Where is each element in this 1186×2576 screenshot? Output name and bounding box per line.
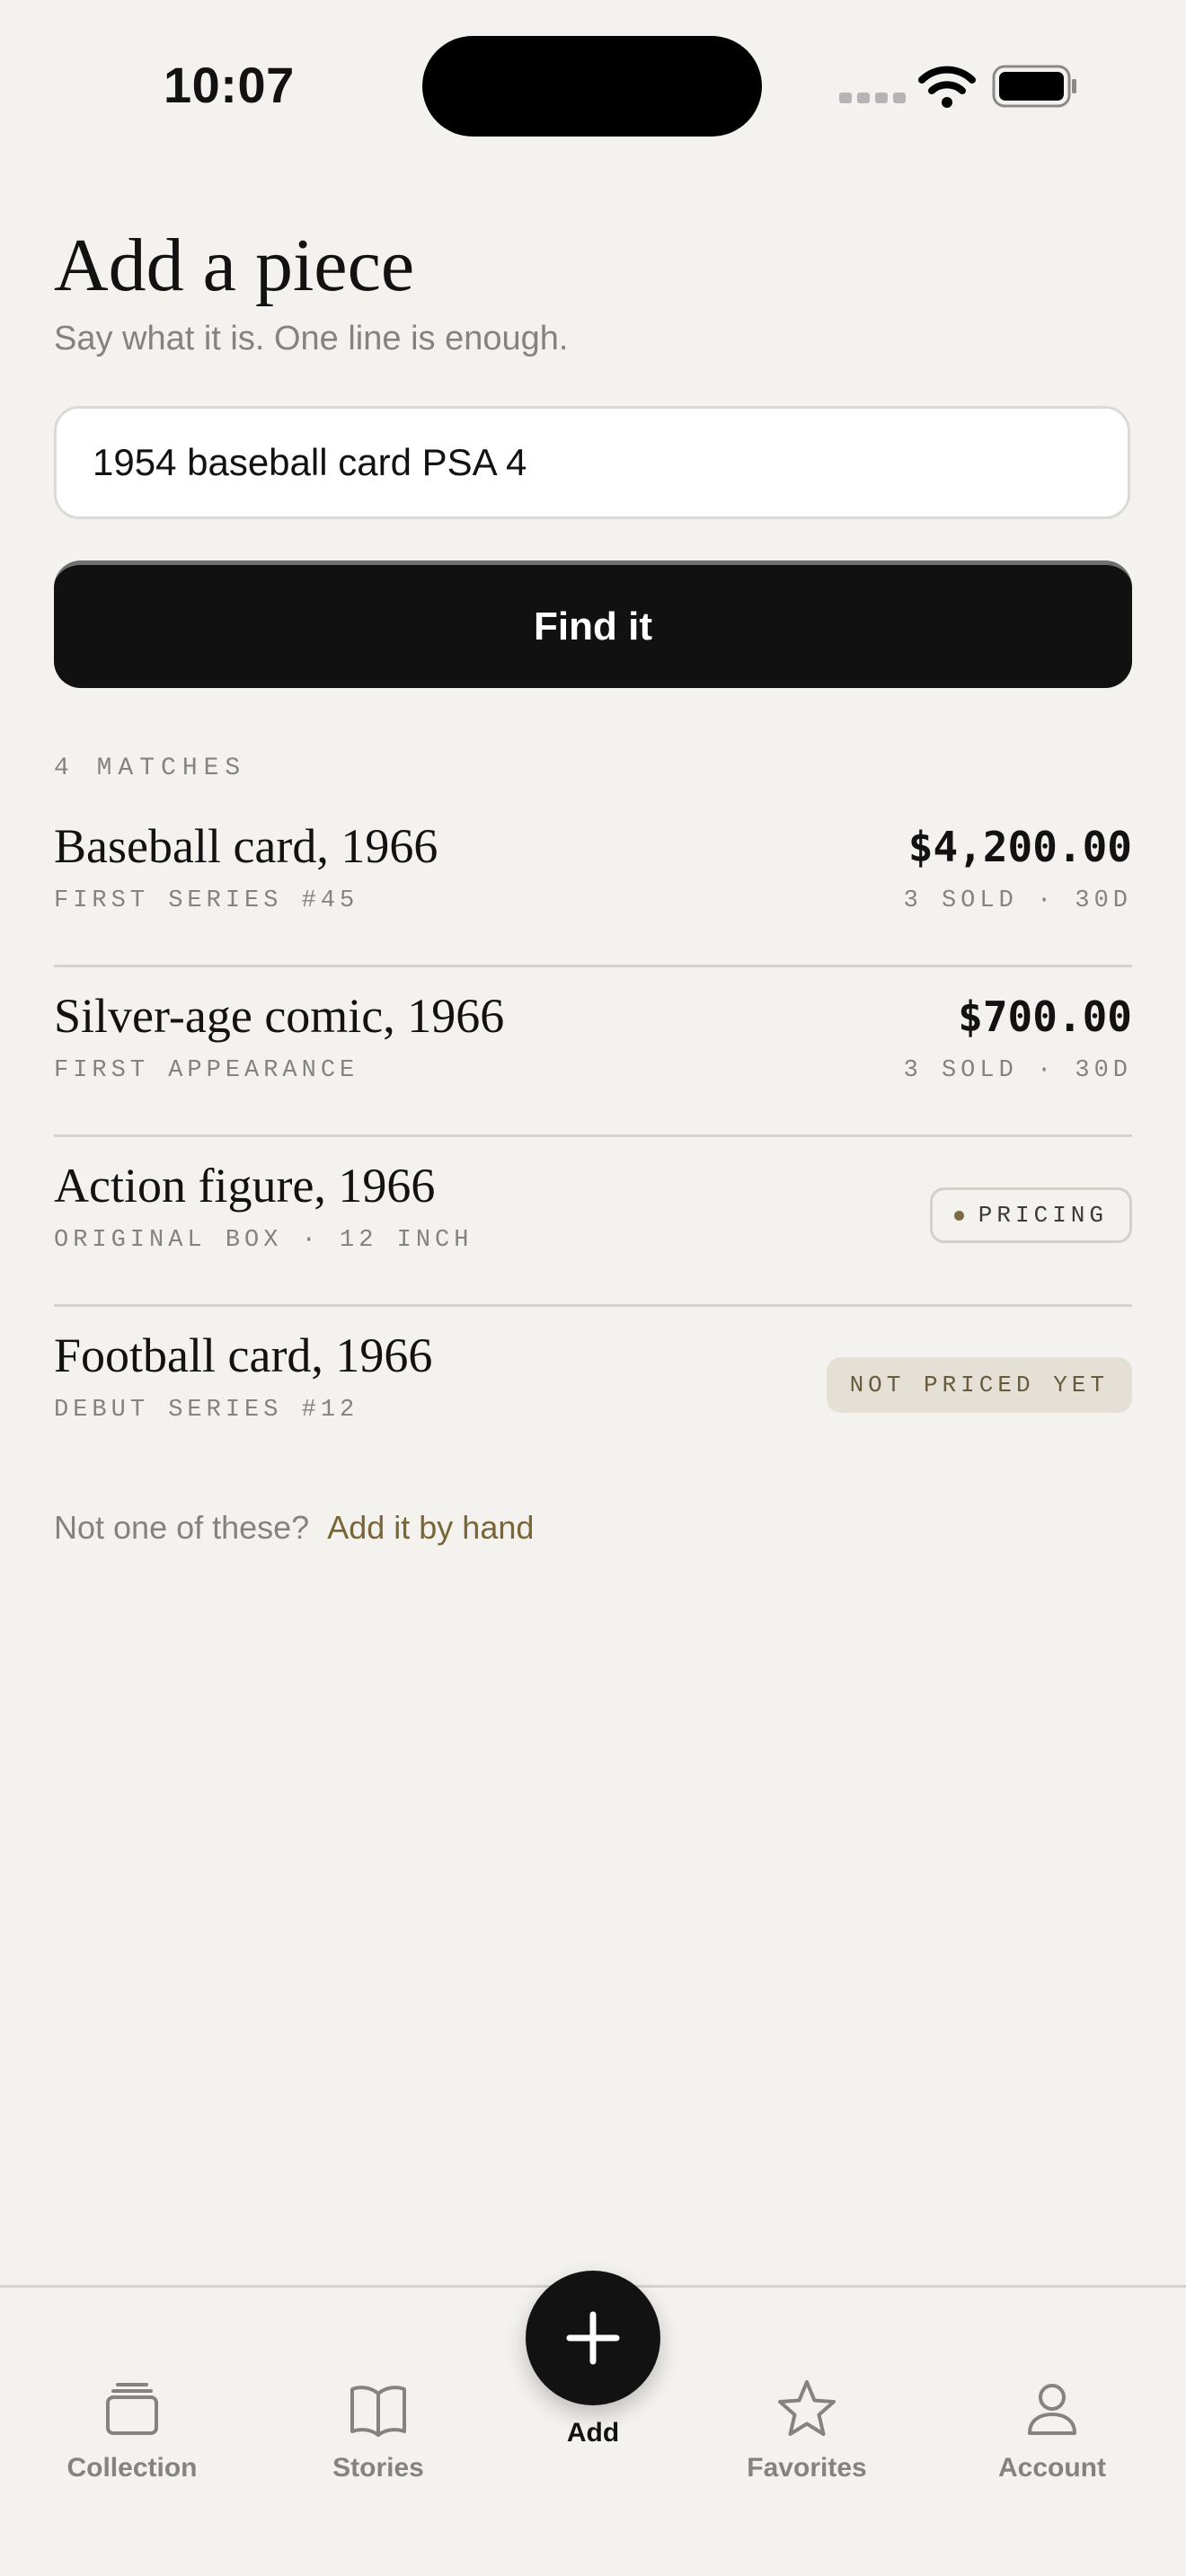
- tab-collection[interactable]: Collection: [42, 2378, 222, 2483]
- result-price: $4,200.00: [907, 823, 1132, 871]
- battery-icon: [992, 65, 1076, 108]
- book-icon: [350, 2386, 406, 2437]
- result-price: $700.00: [958, 992, 1132, 1041]
- pricing-status-chip: PRICING: [929, 1187, 1132, 1243]
- tab-add-label: Add: [566, 2418, 620, 2448]
- result-title: Silver-age comic, 1966: [54, 989, 505, 1043]
- status-bar: 10:07: [0, 0, 1186, 171]
- result-title: Football card, 1966: [54, 1328, 433, 1382]
- star-icon: [778, 2380, 836, 2436]
- not-priced-chip: NOT PRICED YET: [826, 1357, 1132, 1413]
- pricing-status-label: PRICING: [978, 1202, 1108, 1229]
- results-list: Baseball card, 1966 FIRST SERIES #45 $4,…: [54, 798, 1132, 1474]
- tab-label: Stories: [332, 2453, 424, 2483]
- tab-label: Favorites: [747, 2453, 867, 2483]
- tab-label: Account: [998, 2453, 1106, 2483]
- signal-icon: [839, 93, 906, 103]
- result-title: Baseball card, 1966: [54, 819, 438, 873]
- status-time: 10:07: [164, 57, 295, 113]
- result-subtitle: ORIGINAL BOX · 12 INCH: [54, 1227, 474, 1254]
- result-sales-meta: 3 SOLD · 30D: [903, 887, 1132, 914]
- tab-stories[interactable]: Stories: [288, 2378, 468, 2483]
- person-icon: [1028, 2384, 1076, 2435]
- result-row[interactable]: Baseball card, 1966 FIRST SERIES #45 $4,…: [54, 798, 1132, 967]
- result-subtitle: DEBUT SERIES #12: [54, 1397, 359, 1424]
- tab-favorites[interactable]: Favorites: [717, 2378, 897, 2483]
- page-subtitle: Say what it is. One line is enough.: [54, 320, 569, 357]
- dynamic-island: [422, 36, 762, 137]
- page-title: Add a piece: [54, 224, 415, 307]
- search-input[interactable]: [54, 406, 1130, 519]
- result-title: Action figure, 1966: [54, 1159, 436, 1213]
- result-subtitle: FIRST SERIES #45: [54, 887, 359, 914]
- result-sales-meta: 3 SOLD · 30D: [903, 1057, 1132, 1084]
- result-row[interactable]: Football card, 1966 DEBUT SERIES #12 NOT…: [54, 1307, 1132, 1474]
- find-it-button[interactable]: Find it: [54, 560, 1132, 688]
- pricing-dot-icon: [953, 1210, 964, 1221]
- matches-count: 4 MATCHES: [54, 754, 247, 782]
- result-row[interactable]: Silver-age comic, 1966 FIRST APPEARANCE …: [54, 967, 1132, 1137]
- tab-account[interactable]: Account: [962, 2378, 1142, 2483]
- wifi-icon: [918, 66, 976, 108]
- tab-label: Collection: [66, 2453, 198, 2483]
- add-by-hand-link[interactable]: Add it by hand: [327, 1509, 534, 1546]
- result-subtitle: FIRST APPEARANCE: [54, 1057, 359, 1084]
- manual-add-text: Not one of these?: [54, 1509, 310, 1546]
- plus-icon: [566, 2311, 620, 2365]
- add-button[interactable]: [526, 2271, 660, 2405]
- result-row[interactable]: Action figure, 1966 ORIGINAL BOX · 12 IN…: [54, 1137, 1132, 1307]
- collection-icon: [106, 2383, 158, 2435]
- manual-add-prompt: Not one of these? Add it by hand: [54, 1509, 534, 1547]
